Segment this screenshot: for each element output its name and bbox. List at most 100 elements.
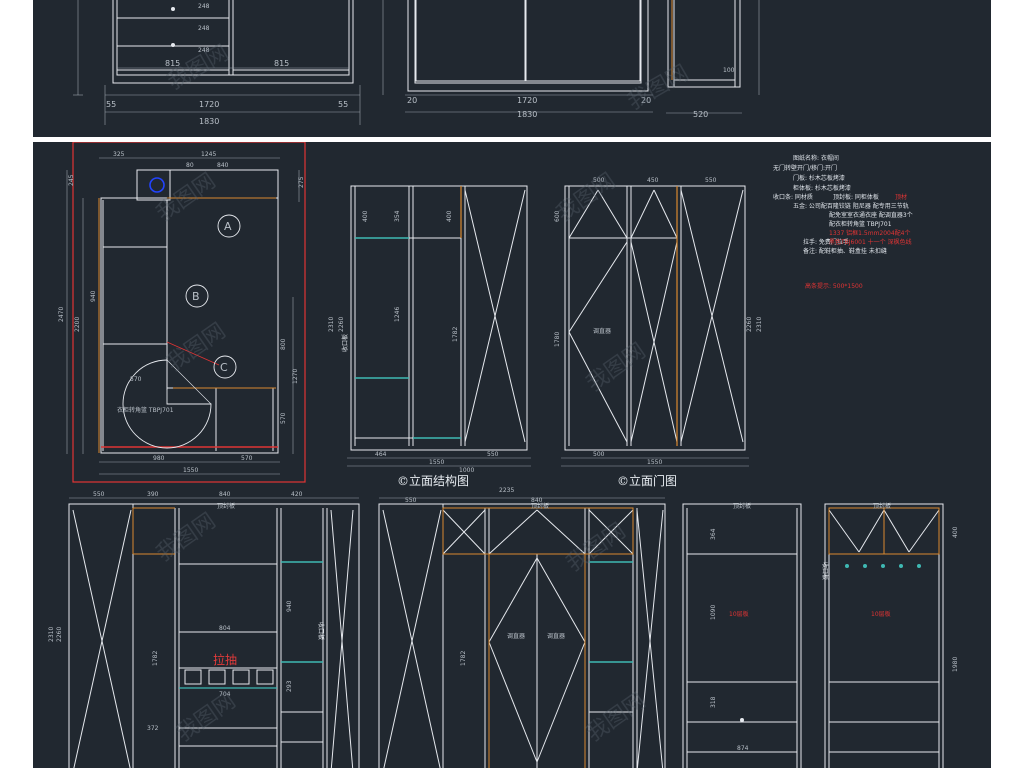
svg-text:我图网: 我图网 [624, 61, 694, 116]
b-dim-840a: 840 [219, 491, 231, 498]
b-dim-550a: 550 [93, 491, 105, 498]
struct-shelf-400a: 400 [362, 210, 369, 222]
struct-dim-464: 464 [375, 451, 387, 458]
door-dim-500: 500 [593, 451, 605, 458]
note-line-8: 配衣柜转角篮 TBPJ701 [829, 220, 892, 228]
top-drawing-panel: 815 815 55 1720 55 1830 248 248 248 20 1… [33, 0, 991, 137]
blue-marker-icon [149, 177, 165, 193]
door-caption-symbol: © [617, 474, 629, 488]
plan-dim-840: 840 [217, 162, 229, 169]
plan-dim-245: 245 [68, 174, 75, 186]
red-label-2: 10层板 [871, 610, 891, 618]
struct-shelf-400b: 400 [446, 210, 453, 222]
top-drawing: 815 815 55 1720 55 1830 248 248 248 20 1… [73, 0, 760, 126]
b-h-2310a: 2310 [48, 627, 55, 642]
note-line-0: 图纸名称: 衣帽间 [793, 154, 839, 162]
dim-815-b: 815 [274, 59, 289, 68]
note-line-3: 柜体板: 杉木芯板烤漆 [793, 184, 851, 192]
elevation-door: 调直器 500 450 550 1780 600 2260 2310 500 1… [554, 177, 763, 488]
door-h-2310: 2310 [756, 317, 763, 332]
plan-dim-570b: 570 [241, 455, 253, 462]
top-board-label-3: 顶封板 [733, 502, 751, 510]
b-h-940: 940 [286, 600, 293, 612]
b-dim-550b: 550 [405, 497, 417, 504]
note-red-0: 1337 铝框1.5mm2004配4个 [829, 229, 911, 237]
plan-dim-1270: 1270 [292, 369, 299, 384]
plan-dim-80: 80 [186, 162, 194, 169]
r-h-1090: 1090 [710, 605, 717, 620]
drawer-dim-1: 248 [198, 3, 210, 10]
watermark-top: 我图网 我图网 [164, 41, 694, 116]
side-dim-520: 520 [693, 110, 708, 119]
plan-dim-2200: 2200 [74, 317, 81, 332]
b-h-372: 372 [147, 725, 159, 732]
door-top-450: 450 [647, 177, 659, 184]
struct-shelf-354: 354 [394, 210, 401, 222]
drawer-label: 拉抽 [213, 652, 237, 667]
spec-notes: 图纸名称: 衣帽间 无门转壁开门/移门:开门 门板: 杉木芯板烤漆 柜体板: 杉… [773, 154, 913, 290]
door-label-1: 调直器 [507, 632, 525, 640]
struct-h-2310: 2310 [328, 317, 335, 332]
side-label-1: 收口板 [317, 622, 325, 640]
struct-caption-symbol: © [397, 474, 409, 488]
dim-1720-a: 1720 [199, 100, 219, 109]
struct-dim-1000: 1000 [459, 467, 474, 474]
mid-dim-1830: 1830 [517, 110, 537, 119]
note-line-10: 备注: 配鞋柜抽、鞋盒挂 未扣缝 [803, 247, 887, 255]
top-board-label-4: 顶封板 [873, 502, 891, 510]
note-red-2: 高条提示: 500*1500 [805, 282, 863, 290]
struct-side-label: 收口板 [341, 334, 349, 352]
svg-text:我图网: 我图网 [172, 689, 240, 747]
bottom-drawing-panel: A B C 衣柜转角篮 TBPJ701 570 325 1245 80 840 … [33, 142, 991, 768]
dim-55-b: 55 [338, 100, 348, 109]
r-h-874: 874 [737, 745, 749, 752]
note-line-4: 收口条: 同材质 [773, 193, 813, 201]
elevation-structure: 2310 2260 1246 1782 354 400 400 收口板 464 … [328, 185, 531, 488]
door-h-2260: 2260 [746, 317, 753, 332]
b-h-293: 293 [286, 680, 293, 692]
note-line-1: 无门转壁开门/移门:开门 [773, 164, 837, 172]
drawer-dim-2: 248 [198, 25, 210, 32]
r-h-364: 364 [710, 528, 717, 540]
main-drawing: A B C 衣柜转角篮 TBPJ701 570 325 1245 80 840 … [48, 142, 959, 768]
mid-dim-20-a: 20 [407, 96, 417, 105]
door-caption: 立面门图 [629, 473, 677, 488]
svg-text:我图网: 我图网 [152, 509, 220, 567]
note-red-1: 黑色TBJ6001 十一个 深枫色线 [829, 238, 912, 246]
b-h-1782b: 1782 [460, 651, 467, 666]
plan-dim-980: 980 [153, 455, 165, 462]
door-dim-1550: 1550 [647, 459, 662, 466]
door-h-1780: 1780 [554, 332, 561, 347]
door-top-550: 550 [705, 177, 717, 184]
b-dim-2235: 2235 [499, 487, 514, 494]
note-line-2: 门板: 杉木芯板烤漆 [793, 174, 845, 182]
side-dim-100: 100 [723, 67, 735, 74]
red-label-1: 10层板 [729, 610, 749, 618]
arc-dim: 570 [130, 376, 142, 383]
struct-h-2260: 2260 [338, 317, 345, 332]
zone-b-label: B [192, 290, 200, 303]
note-line-7: 配免室室衣通衣座 配调直器3个 [829, 211, 913, 219]
b-dim-420: 420 [291, 491, 303, 498]
cabinet-middle-frame [407, 0, 649, 92]
b-dim-390: 390 [147, 491, 159, 498]
top-board-label-1: 顶封板 [217, 502, 235, 510]
b-h-2260a: 2260 [56, 627, 63, 642]
door-label-2: 调直器 [547, 632, 565, 640]
plan-dim-1245: 1245 [201, 151, 216, 158]
plan-dim-570: 570 [280, 412, 287, 424]
dim-55-a: 55 [106, 100, 116, 109]
plan-dim-2470: 2470 [58, 307, 65, 322]
plan-dim-275: 275 [298, 176, 305, 188]
r-h-400: 400 [952, 526, 959, 538]
plan-dim-325: 325 [113, 151, 125, 158]
note-line-6: 五金: 公司配百隆铰链 阻尼器 配专用三节轨 [793, 202, 909, 210]
b-h-1782a: 1782 [152, 651, 159, 666]
struct-h-1782: 1782 [452, 327, 459, 342]
struct-dim-1550: 1550 [429, 459, 444, 466]
mid-dim-1720: 1720 [517, 96, 537, 105]
svg-text:我图网: 我图网 [582, 339, 650, 397]
zone-c-label: C [220, 361, 228, 374]
note-red-heading: 顶材 [895, 193, 907, 201]
zone-a-label: A [224, 220, 232, 233]
